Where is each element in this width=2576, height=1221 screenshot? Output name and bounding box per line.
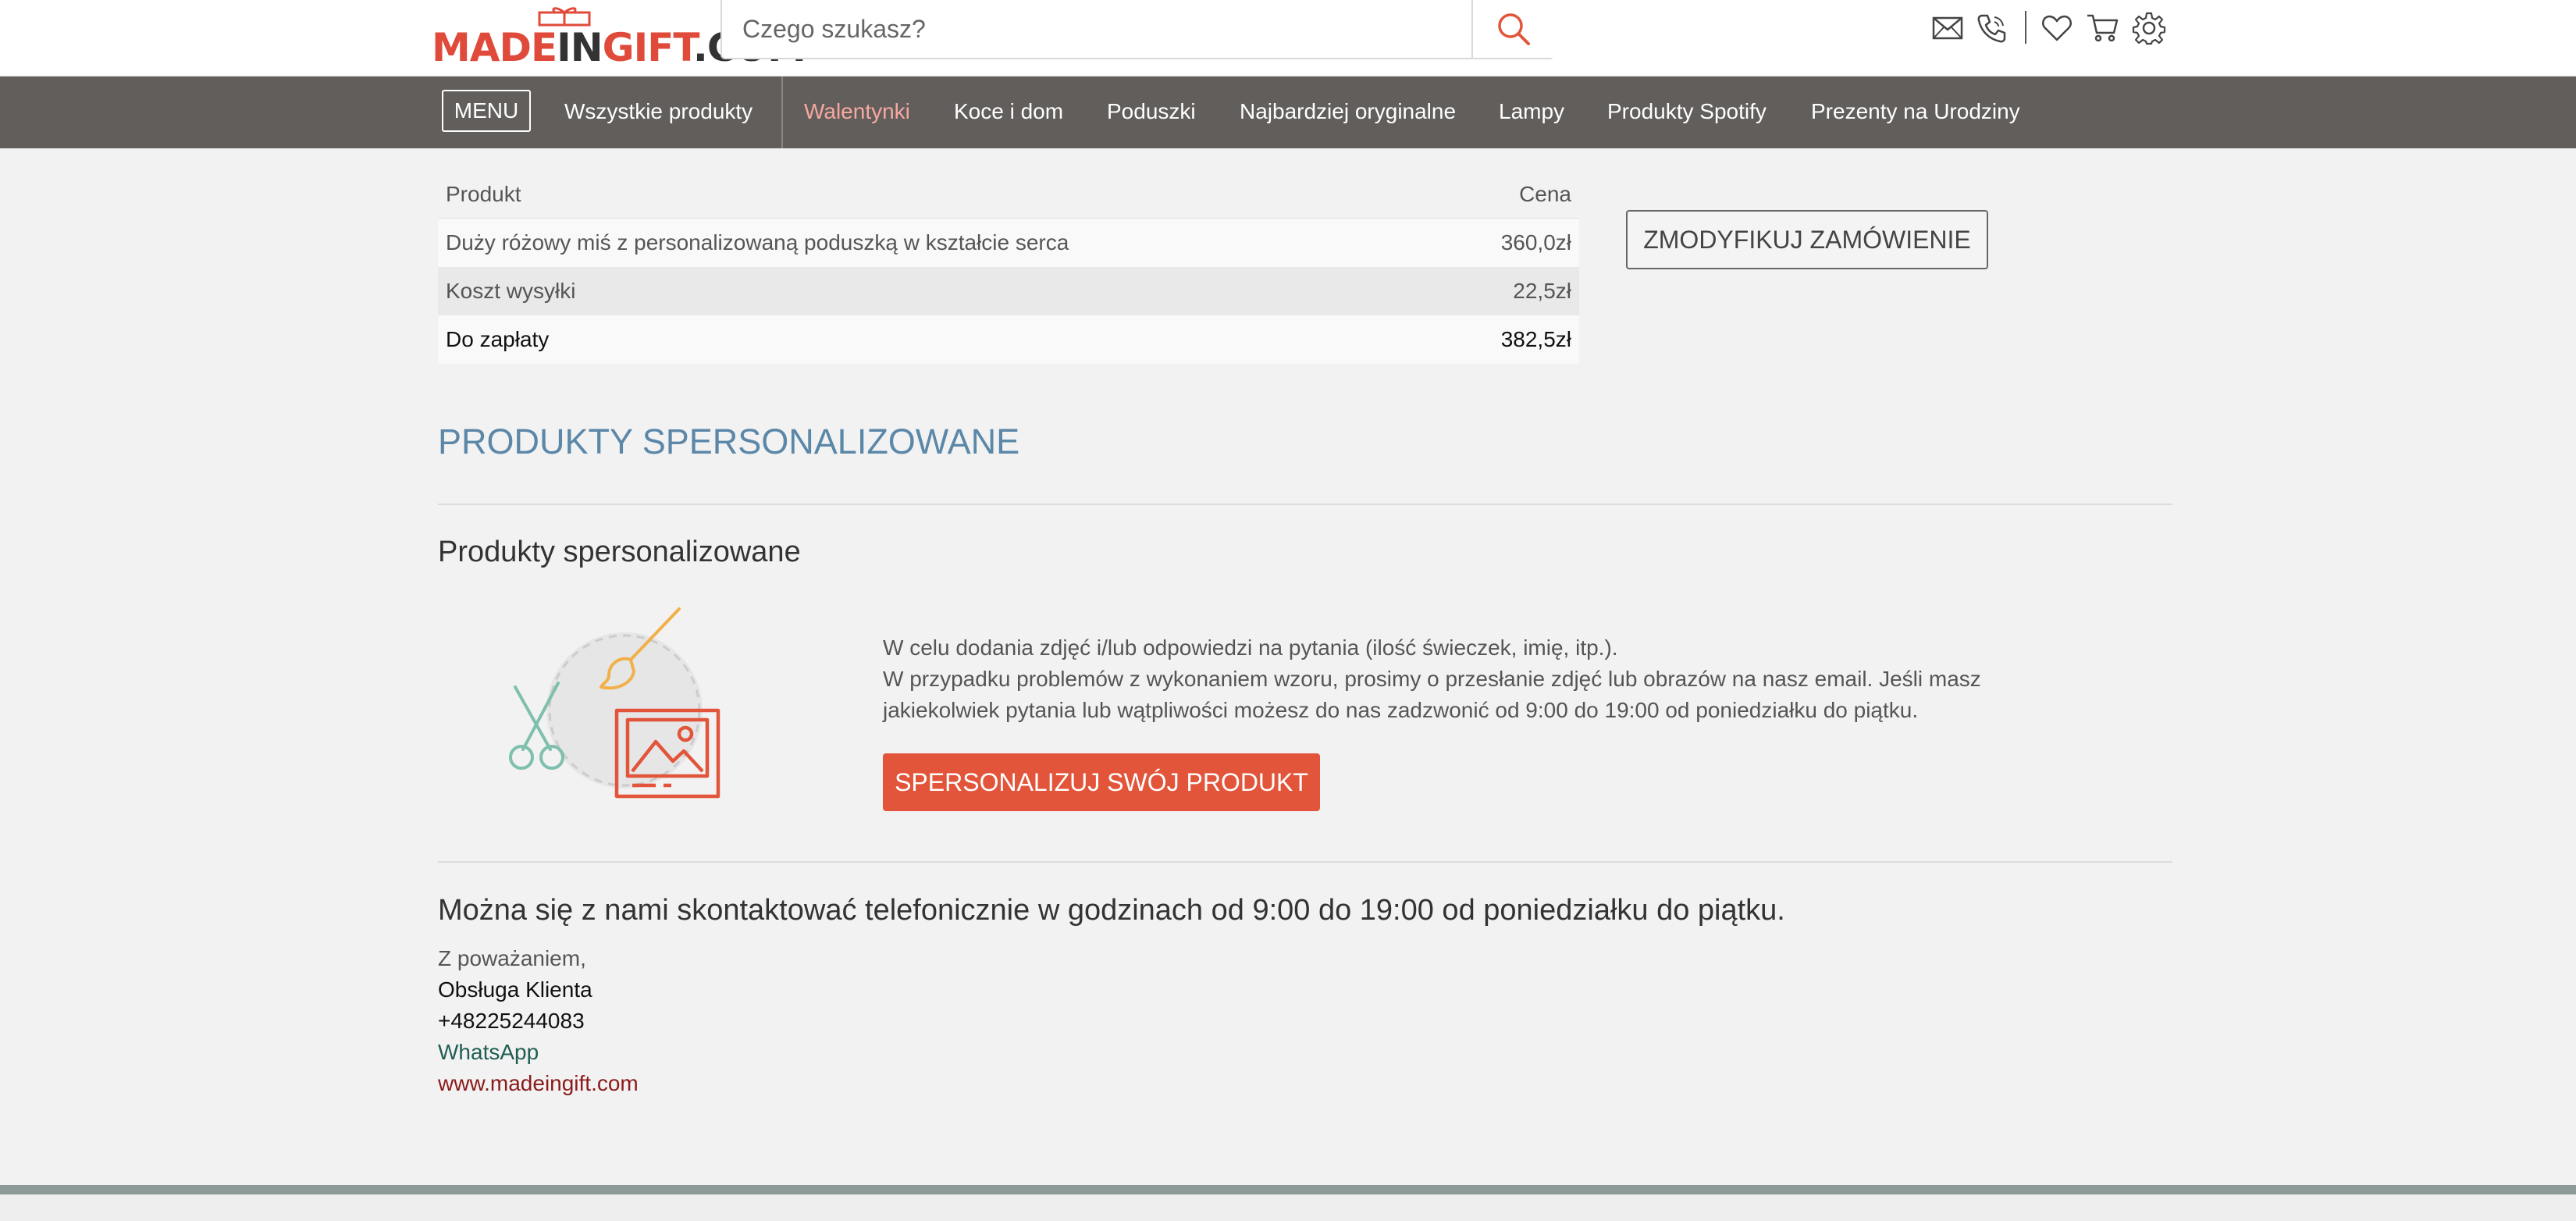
main-navigation: MENU Wszystkie produkty Walentynki Koce … [0, 77, 2576, 148]
section-title: PRODUKTY SPERSONALIZOWANE [438, 422, 1020, 461]
table-header-row: Produkt Cena [438, 170, 1579, 219]
logo-part-gift: GIFT [602, 25, 694, 70]
table-row: Do zapłaty 382,5zł [438, 315, 1579, 364]
header-divider [2025, 11, 2026, 44]
logo-part-in: IN [557, 25, 603, 70]
search-bar [720, 0, 1554, 59]
nav-item-birthday-gifts[interactable]: Prezenty na Urodziny [1811, 77, 2020, 148]
signature-team: Obsługa Klienta [438, 977, 592, 1002]
section-divider [438, 861, 2172, 863]
cart-icon [2087, 14, 2119, 42]
nav-item-spotify-products[interactable]: Produkty Spotify [1607, 77, 1767, 148]
top-header: MADEINGIFT.COM [0, 0, 2576, 77]
site-logo[interactable]: MADEINGIFT.COM [432, 6, 806, 70]
nav-item-lamps[interactable]: Lampy [1499, 77, 1564, 148]
contact-phone: +48225244083 [438, 1009, 585, 1033]
phone-icon [1977, 14, 2006, 43]
footer [0, 1194, 2576, 1221]
gear-icon [2132, 12, 2166, 45]
personalization-description: W celu dodania zdjęć i/lub odpowiedzi na… [883, 632, 2101, 726]
product-price: 360,0zł [1500, 230, 1571, 255]
table-row: Duży różowy miś z personalizowaną podusz… [438, 219, 1579, 267]
menu-button[interactable]: MENU [442, 90, 531, 132]
total-label: Do zapłaty [446, 327, 550, 351]
whatsapp-link[interactable]: WhatsApp [438, 1040, 539, 1065]
phone-button[interactable] [1972, 6, 2011, 50]
signature-greeting: Z poważaniem, [438, 946, 586, 970]
column-header-price: Cena [1519, 182, 1571, 206]
nav-item-valentines[interactable]: Walentynki [804, 77, 910, 148]
mail-button[interactable] [1928, 6, 1967, 50]
subheading: Produkty spersonalizowane [438, 536, 801, 568]
contact-heading: Można się z nami skontaktować telefonicz… [438, 894, 1785, 927]
logo-part-made: MADE [432, 25, 557, 70]
modify-order-button[interactable]: ZMODYFIKUJ ZAMÓWIENIE [1626, 210, 1988, 269]
description-line-2: W przypadku problemów z wykonaniem wzoru… [883, 667, 1981, 722]
wishlist-button[interactable] [2037, 6, 2076, 50]
header-icons [1928, 6, 2178, 50]
cart-button[interactable] [2083, 6, 2122, 50]
shipping-label: Koszt wysyłki [446, 279, 576, 303]
gift-icon [538, 7, 591, 27]
footer-border [0, 1185, 2576, 1194]
order-summary-table: Produkt Cena Duży różowy miś z personali… [438, 170, 1579, 364]
nav-item-blankets-home[interactable]: Koce i dom [954, 77, 1063, 148]
nav-item-all-products[interactable]: Wszystkie produkty [564, 77, 753, 148]
nav-item-pillows[interactable]: Poduszki [1107, 77, 1196, 148]
search-button[interactable] [1471, 0, 1554, 58]
search-input[interactable] [722, 0, 1471, 58]
heart-icon [2042, 15, 2072, 41]
search-icon [1498, 13, 1530, 45]
personalization-illustration [509, 607, 720, 799]
total-price: 382,5zł [1500, 327, 1571, 351]
nav-item-most-original[interactable]: Najbardziej oryginalne [1240, 77, 1456, 148]
product-name: Duży różowy miś z personalizowaną podusz… [446, 230, 1069, 255]
column-header-product: Produkt [446, 182, 521, 206]
settings-button[interactable] [2129, 6, 2169, 50]
section-divider [438, 504, 2172, 505]
nav-divider [781, 77, 783, 148]
website-link[interactable]: www.madeingift.com [438, 1071, 639, 1096]
mail-icon [1932, 16, 1963, 40]
personalize-product-button[interactable]: SPERSONALIZUJ SWÓJ PRODUKT [883, 753, 1320, 811]
shipping-price: 22,5zł [1513, 279, 1571, 303]
description-line-1: W celu dodania zdjęć i/lub odpowiedzi na… [883, 635, 1618, 660]
table-row: Koszt wysyłki 22,5zł [438, 267, 1579, 315]
